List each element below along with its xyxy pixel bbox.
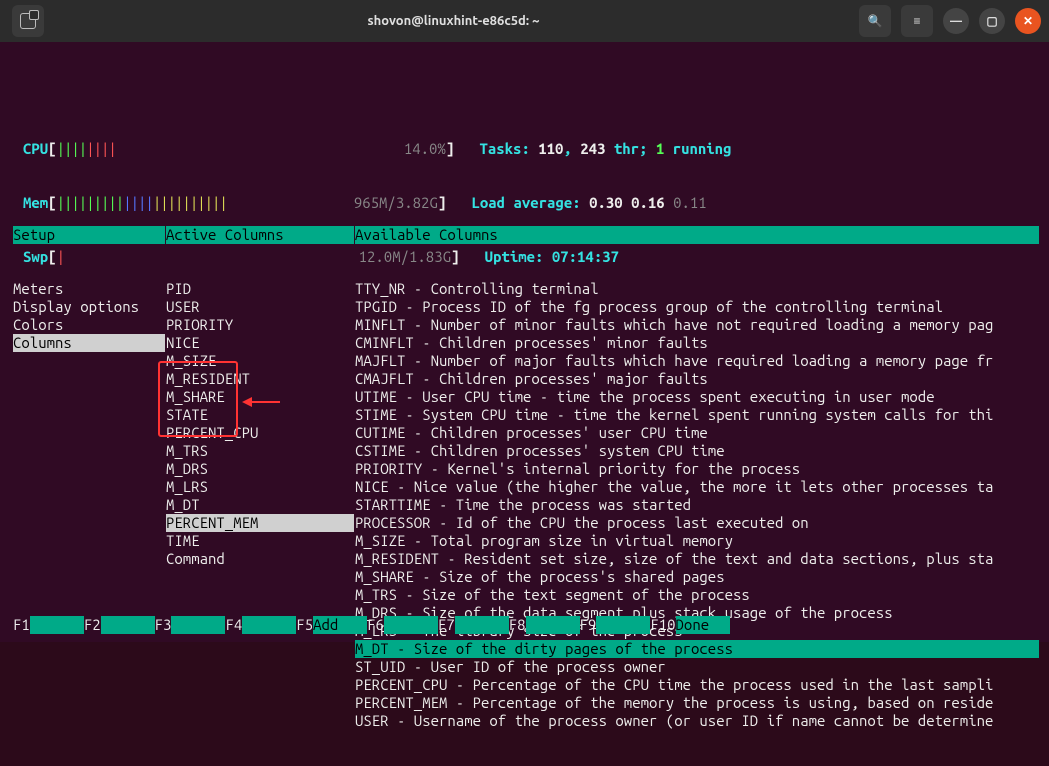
available-col-item[interactable]: TTY_NR - Controlling terminal (355, 280, 1039, 298)
available-col-item[interactable]: MINFLT - Number of minor faults which ha… (355, 316, 1039, 334)
new-tab-button[interactable] (12, 5, 44, 37)
active-col-item[interactable]: M_DRS (166, 460, 354, 478)
active-col-item[interactable]: STATE (166, 406, 354, 424)
minimize-button[interactable]: — (943, 8, 969, 34)
fkey-label: F4 (225, 616, 242, 634)
cpu-label: CPU (23, 140, 48, 157)
available-col-item[interactable]: CMAJFLT - Children processes' major faul… (355, 370, 1039, 388)
fkey-action[interactable] (242, 616, 296, 634)
available-col-item[interactable]: UTIME - User CPU time - time the process… (355, 388, 1039, 406)
available-col-item[interactable]: CMINFLT - Children processes' minor faul… (355, 334, 1039, 352)
fkey-action[interactable] (384, 616, 438, 634)
function-key-bar: F1 F2 F3 F4 F5Add F6 F7 F8 F9 F10Done (13, 616, 730, 634)
close-icon: ✕ (1023, 14, 1033, 28)
fkey-label: F5 (296, 616, 313, 634)
available-col-item[interactable]: PERCENT_MEM - Percentage of the memory t… (355, 694, 1039, 712)
setup-header: Setup (13, 226, 165, 244)
window-title: shovon@linuxhint-e86c5d: ~ (48, 14, 859, 28)
available-col-item[interactable]: M_SIZE - Total program size in virtual m… (355, 532, 1039, 550)
available-col-item[interactable]: MAJFLT - Number of major faults which ha… (355, 352, 1039, 370)
menu-icon: ≡ (913, 14, 920, 28)
fkey-action[interactable] (455, 616, 509, 634)
fkey-action[interactable]: Done (676, 616, 730, 634)
available-col-item[interactable]: ST_UID - User ID of the process owner (355, 658, 1039, 676)
setup-item[interactable]: Meters (13, 280, 165, 298)
active-col-item[interactable]: M_RESIDENT (166, 370, 354, 388)
fkey-label: F6 (367, 616, 384, 634)
available-col-item[interactable]: M_TRS - Size of the text segment of the … (355, 586, 1039, 604)
fkey-label: F8 (509, 616, 526, 634)
close-button[interactable]: ✕ (1015, 8, 1041, 34)
available-col-item[interactable]: M_DT - Size of the dirty pages of the pr… (355, 640, 1039, 658)
minimize-icon: — (950, 15, 962, 28)
available-columns: Available Columns TTY_NR - Controlling t… (355, 190, 1039, 766)
available-col-item[interactable]: PRIORITY - Kernel's internal priority fo… (355, 460, 1039, 478)
active-col-item[interactable]: M_LRS (166, 478, 354, 496)
window-titlebar: shovon@linuxhint-e86c5d: ~ 🔍 ≡ — ▢ ✕ (0, 0, 1049, 42)
tasks-thr: 243 (580, 140, 605, 157)
active-col-item[interactable]: PID (166, 280, 354, 298)
tasks-procs: 110 (538, 140, 563, 157)
available-col-item[interactable]: PERCENT_CPU - Percentage of the CPU time… (355, 676, 1039, 694)
available-col-item[interactable]: CSTIME - Children processes' system CPU … (355, 442, 1039, 460)
available-col-item[interactable]: M_SHARE - Size of the process's shared p… (355, 568, 1039, 586)
terminal[interactable]: CPU[||||||||14.0%] Tasks: 110, 243 thr; … (0, 42, 1049, 642)
search-button[interactable]: 🔍 (859, 5, 891, 37)
setup-item[interactable]: Columns (13, 334, 165, 352)
active-col-item[interactable]: M_DT (166, 496, 354, 514)
fkey-action[interactable]: Add (313, 616, 367, 634)
tasks-label: Tasks: (479, 140, 538, 157)
fkey-label: F1 (13, 616, 30, 634)
fkey-action[interactable] (526, 616, 580, 634)
fkey-label: F7 (438, 616, 455, 634)
fkey-label: F2 (84, 616, 101, 634)
fkey-action[interactable] (30, 616, 84, 634)
fkey-label: F9 (580, 616, 597, 634)
cpu-pct: 14.0% (404, 140, 446, 157)
active-col-item[interactable]: M_TRS (166, 442, 354, 460)
active-columns: Active Columns PIDUSERPRIORITYNICEM_SIZE… (166, 190, 354, 604)
menu-button[interactable]: ≡ (901, 5, 933, 37)
search-icon: 🔍 (868, 14, 883, 28)
available-col-item[interactable]: TPGID - Process ID of the fg process gro… (355, 298, 1039, 316)
setup-item[interactable]: Display options (13, 298, 165, 316)
active-header: Active Columns (166, 226, 354, 244)
active-col-item[interactable]: NICE (166, 334, 354, 352)
available-col-item[interactable]: PROCESSOR - Id of the CPU the process la… (355, 514, 1039, 532)
active-col-item[interactable]: USER (166, 298, 354, 316)
available-header: Available Columns (355, 226, 1039, 244)
active-col-item[interactable]: M_SHARE (166, 388, 354, 406)
available-col-item[interactable]: CUTIME - Children processes' user CPU ti… (355, 424, 1039, 442)
active-col-item[interactable]: PRIORITY (166, 316, 354, 334)
available-col-item[interactable]: STIME - System CPU time - time the kerne… (355, 406, 1039, 424)
active-col-item[interactable]: PERCENT_CPU (166, 424, 354, 442)
new-tab-icon (20, 13, 36, 29)
maximize-button[interactable]: ▢ (979, 8, 1005, 34)
fkey-label: F10 (650, 616, 675, 634)
fkey-action[interactable] (596, 616, 650, 634)
maximize-icon: ▢ (986, 14, 997, 28)
available-col-item[interactable]: STARTTIME - Time the process was started (355, 496, 1039, 514)
available-col-item[interactable]: M_RESIDENT - Resident set size, size of … (355, 550, 1039, 568)
fkey-action[interactable] (101, 616, 155, 634)
fkey-action[interactable] (171, 616, 225, 634)
fkey-label: F3 (155, 616, 172, 634)
active-col-item[interactable]: Command (166, 550, 354, 568)
active-col-item[interactable]: PERCENT_MEM (166, 514, 354, 532)
setup-column: Setup MetersDisplay optionsColorsColumns (13, 190, 165, 388)
active-col-item[interactable]: TIME (166, 532, 354, 550)
setup-item[interactable]: Colors (13, 316, 165, 334)
available-col-item[interactable]: NICE - Nice value (the higher the value,… (355, 478, 1039, 496)
available-col-item[interactable]: USER - Username of the process owner (or… (355, 712, 1039, 730)
active-col-item[interactable]: M_SIZE (166, 352, 354, 370)
